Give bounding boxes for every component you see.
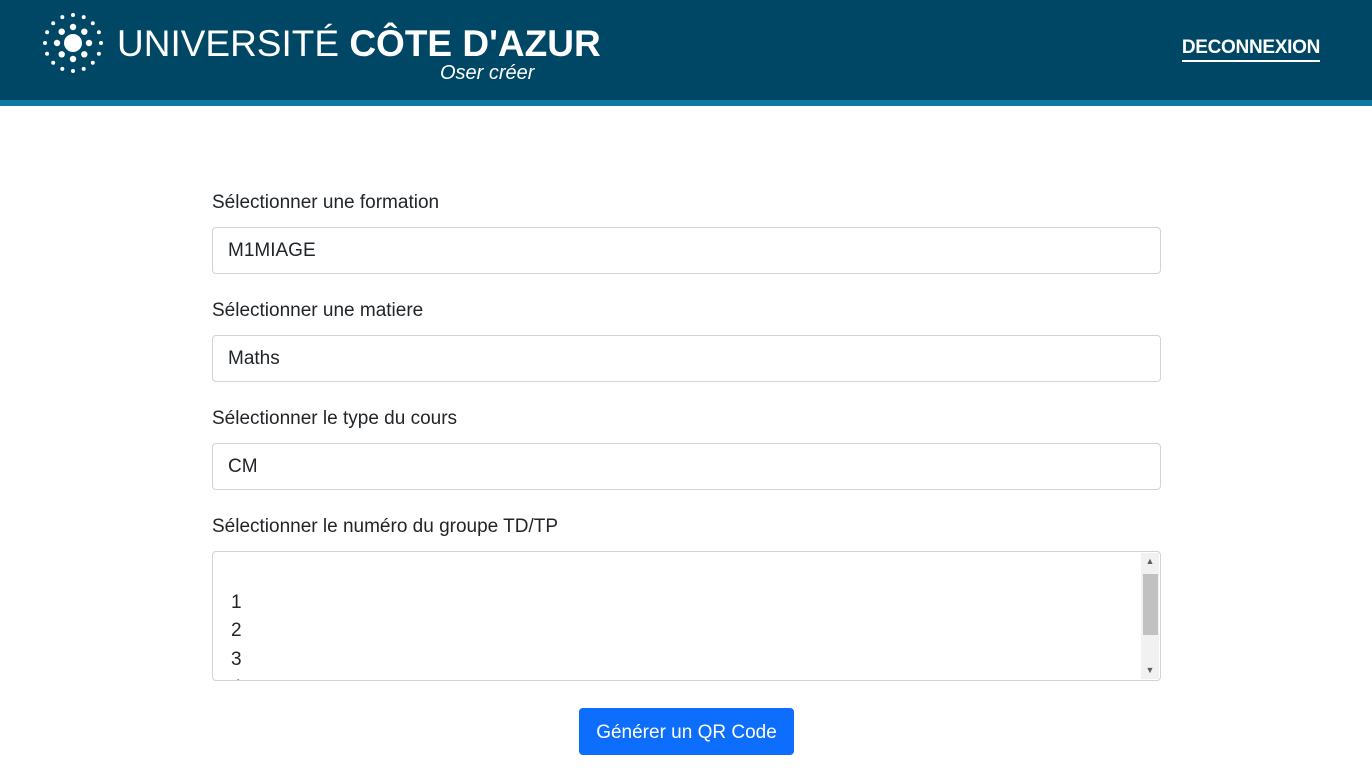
university-logo-icon [43,13,103,73]
groupe-option-empty[interactable] [231,560,242,589]
university-logo[interactable]: UNIVERSITÉ CÔTE D'AZUR Oser créer [40,10,601,90]
formation-label: Sélectionner une formation [212,192,440,213]
matiere-label: Sélectionner une matiere [212,300,424,321]
groupe-label: Sélectionner le numéro du groupe TD/TP [212,516,559,537]
type-cours-select[interactable]: CM [212,443,1161,490]
generate-qr-code-button[interactable]: Générer un QR Code [579,708,794,755]
groupe-option[interactable]: 4 [231,674,242,680]
scroll-up-arrow-icon[interactable]: ▲ [1141,553,1159,570]
type-cours-label: Sélectionner le type du cours [212,408,458,429]
top-header: UNIVERSITÉ CÔTE D'AZUR Oser créer DECONN… [0,0,1372,100]
logout-link[interactable]: DECONNEXION [1181,37,1320,62]
groupe-option[interactable]: 1 [231,589,242,618]
header-stripe [0,100,1372,106]
groupe-option[interactable]: 3 [231,646,242,675]
logo-name-bold: CÔTE D'AZUR [349,23,601,64]
groupe-option[interactable]: 2 [231,617,242,646]
groupe-listbox[interactable]: 1 2 3 4 ▲ ▼ [212,551,1161,681]
logo-tagline: Oser créer [440,62,535,84]
logo-name-light: UNIVERSITÉ [117,23,350,64]
listbox-scrollbar[interactable]: ▲ ▼ [1141,553,1159,679]
matiere-select[interactable]: Maths [212,335,1161,382]
scrollbar-thumb[interactable] [1143,574,1158,635]
scroll-down-arrow-icon[interactable]: ▼ [1141,662,1159,679]
groupe-options: 1 2 3 4 [231,560,242,681]
logo-wordmark: UNIVERSITÉ CÔTE D'AZUR [117,22,601,66]
qr-code-form: Sélectionner une formation M1MIAGE Sélec… [212,190,1161,681]
formation-select[interactable]: M1MIAGE [212,227,1161,274]
